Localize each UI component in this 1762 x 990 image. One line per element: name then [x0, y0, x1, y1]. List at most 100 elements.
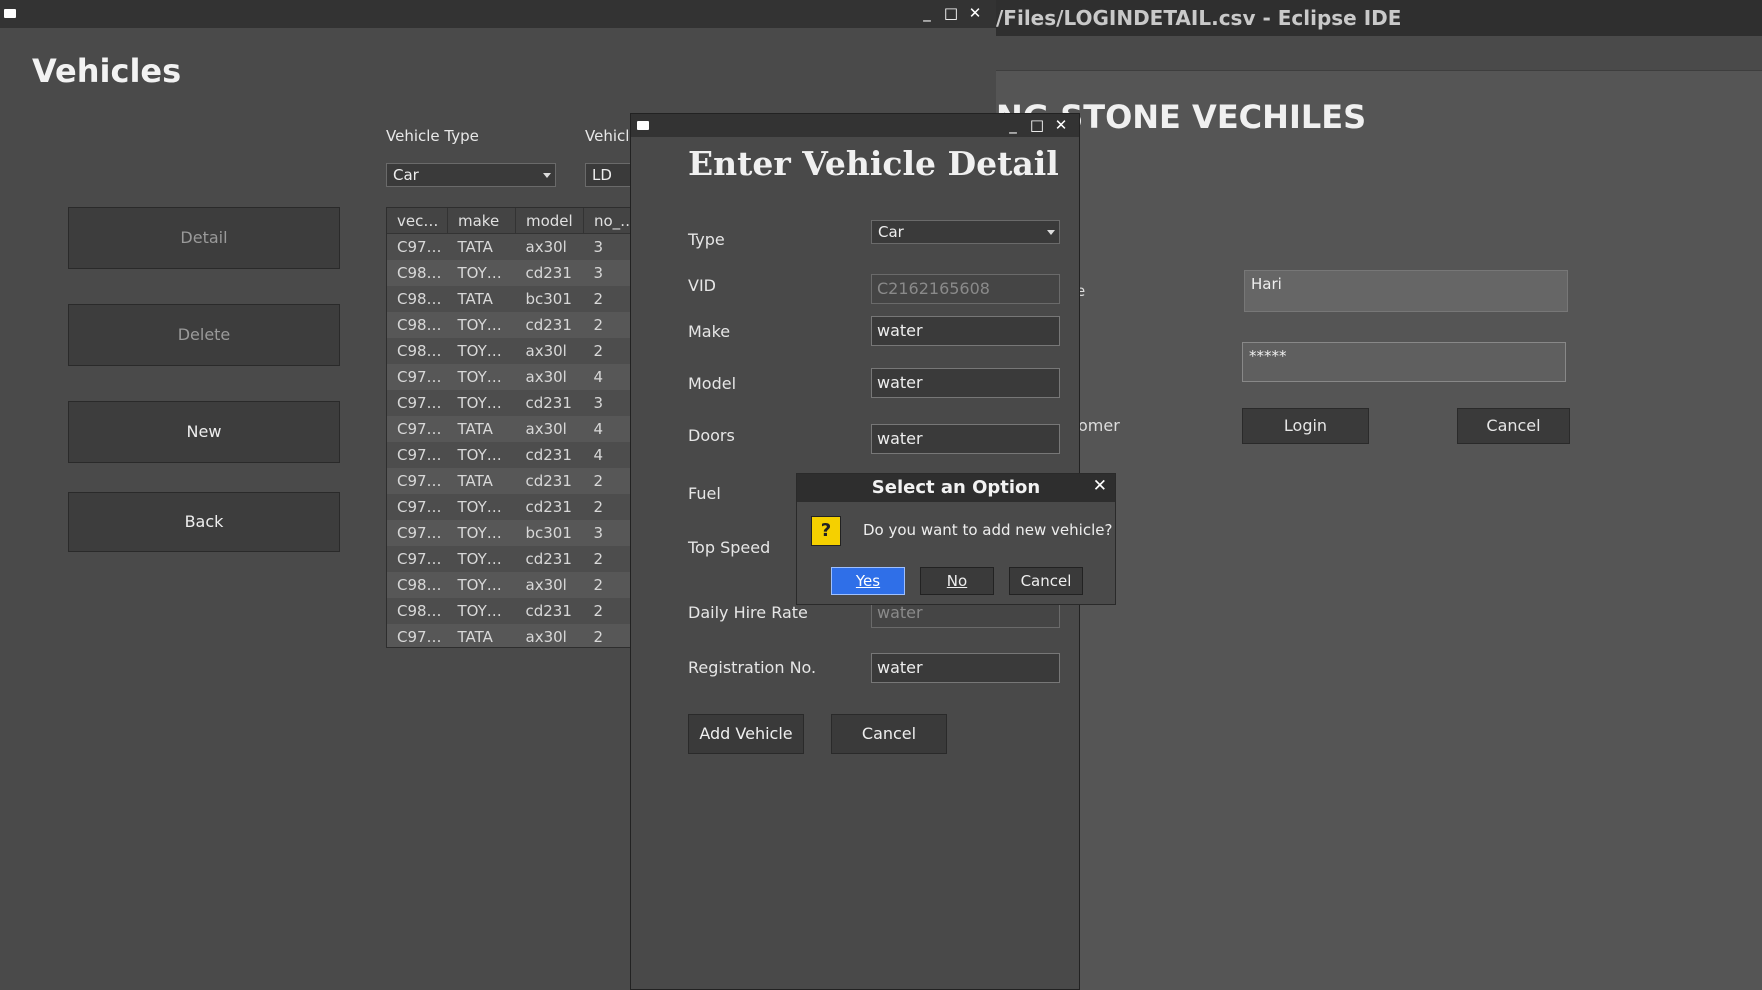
model-field[interactable]: water — [871, 368, 1060, 398]
make-field[interactable]: water — [871, 316, 1060, 346]
table-cell: C98… — [387, 286, 448, 312]
table-cell: 2 — [583, 572, 632, 598]
table-row[interactable]: C98… TOY… ax30l 2 — [387, 338, 632, 364]
table-cell: ax30l — [515, 624, 584, 647]
table-header-row: vec… make model no_… — [387, 208, 632, 234]
column-header[interactable]: model — [515, 208, 584, 234]
table-cell: TOY… — [447, 598, 516, 624]
column-header[interactable]: make — [447, 208, 516, 234]
table-cell: C97… — [387, 390, 448, 416]
table-cell: C98… — [387, 572, 448, 598]
back-button[interactable]: Back — [68, 492, 340, 552]
minimize-icon[interactable]: _ — [918, 2, 936, 24]
table-row[interactable]: C98… TOY… cd231 2 — [387, 598, 632, 624]
vehicles-title: Vehicles — [32, 52, 182, 90]
login-cancel-button[interactable]: Cancel — [1457, 408, 1570, 444]
add-vehicle-button[interactable]: Add Vehicle — [688, 714, 804, 754]
table-cell: 2 — [583, 312, 632, 338]
detail-titlebar: _ □ ✕ — [631, 114, 1079, 137]
table-cell: C97… — [387, 442, 448, 468]
vehicles-table[interactable]: vec… make model no_… C97… TATA ax30l 3 C98… T… — [386, 207, 633, 648]
table-row[interactable]: C98… TOY… cd231 2 — [387, 312, 632, 338]
table-cell: 4 — [583, 442, 632, 468]
table-cell: 3 — [583, 520, 632, 546]
table-cell: TOY… — [447, 338, 516, 364]
detail-heading: Enter Vehicle Detail — [688, 144, 1059, 183]
table-row[interactable]: C97… TOY… ax30l 4 — [387, 364, 632, 390]
daily-hire-rate-label: Daily Hire Rate — [688, 603, 808, 622]
maximize-icon[interactable]: □ — [942, 2, 960, 24]
table-cell: TOY… — [447, 520, 516, 546]
table-cell: C98… — [387, 338, 448, 364]
new-button[interactable]: New — [68, 401, 340, 463]
window-menu-icon[interactable] — [4, 9, 16, 18]
table-row[interactable]: C97… TOY… cd231 2 — [387, 546, 632, 572]
table-cell: C97… — [387, 494, 448, 520]
minimize-icon[interactable]: _ — [1004, 114, 1022, 136]
table-cell: 2 — [583, 338, 632, 364]
table-cell: TATA — [447, 468, 516, 494]
table-row[interactable]: C97… TATA ax30l 2 — [387, 624, 632, 647]
vehicles-titlebar: _ □ ✕ — [0, 0, 996, 28]
close-icon[interactable]: ✕ — [1093, 476, 1107, 496]
vid-field: C2162165608 — [871, 274, 1060, 304]
table-cell: C98… — [387, 260, 448, 286]
table-row[interactable]: C98… TOY… cd231 3 — [387, 260, 632, 286]
maximize-icon[interactable]: □ — [1028, 114, 1046, 136]
table-cell: 2 — [583, 468, 632, 494]
table-row[interactable]: C97… TOY… cd231 2 — [387, 494, 632, 520]
table-row[interactable]: C97… TOY… cd231 3 — [387, 390, 632, 416]
table-cell: C97… — [387, 546, 448, 572]
table-row[interactable]: C97… TATA cd231 2 — [387, 468, 632, 494]
table-cell: C97… — [387, 364, 448, 390]
table-cell: cd231 — [515, 546, 584, 572]
table-cell: 2 — [583, 494, 632, 520]
table-row[interactable]: C97… TATA ax30l 4 — [387, 416, 632, 442]
login-button[interactable]: Login — [1242, 408, 1369, 444]
username-input[interactable]: Hari — [1244, 270, 1568, 312]
vehicle-type-select[interactable]: Car — [386, 163, 556, 187]
table-row[interactable]: C98… TATA bc301 2 — [387, 286, 632, 312]
eclipse-titlebar: /Files/LOGINDETAIL.csv - Eclipse IDE — [996, 0, 1762, 36]
eclipse-window-title: /Files/LOGINDETAIL.csv - Eclipse IDE — [996, 6, 1402, 30]
table-cell: TOY… — [447, 494, 516, 520]
table-cell: 2 — [583, 624, 632, 647]
column-header[interactable]: vec… — [387, 208, 448, 234]
registration-no-field[interactable]: water — [871, 653, 1060, 683]
table-row[interactable]: C98… TOY… ax30l 2 — [387, 572, 632, 598]
model-label: Model — [688, 374, 737, 393]
option-cancel-button[interactable]: Cancel — [1009, 567, 1083, 595]
close-icon[interactable]: ✕ — [1052, 114, 1070, 136]
table-row[interactable]: C97… TATA ax30l 3 — [387, 233, 632, 260]
delete-button[interactable]: Delete — [68, 304, 340, 366]
column-header[interactable]: no_… — [583, 208, 632, 234]
vehicle-type-label: Vehicle Type — [386, 127, 479, 145]
doors-field[interactable]: water — [871, 424, 1060, 454]
table-row[interactable]: C97… TOY… bc301 3 — [387, 520, 632, 546]
table-cell: TATA — [447, 286, 516, 312]
no-button[interactable]: No — [920, 567, 994, 595]
table-cell: TOY… — [447, 364, 516, 390]
password-input[interactable]: ***** — [1242, 342, 1566, 382]
table-cell: TATA — [447, 624, 516, 647]
select-option-dialog: Select an Option ✕ ? Do you want to add … — [796, 473, 1116, 605]
table-row[interactable]: C97… TOY… cd231 4 — [387, 442, 632, 468]
detail-cancel-button[interactable]: Cancel — [831, 714, 947, 754]
option-dialog-title: Select an Option — [871, 477, 1041, 498]
close-icon[interactable]: ✕ — [966, 2, 984, 24]
table-cell: 4 — [583, 364, 632, 390]
table-cell: 3 — [583, 260, 632, 286]
type-select[interactable]: Car — [871, 220, 1060, 244]
window-menu-icon[interactable] — [637, 121, 649, 130]
table-cell: 3 — [583, 390, 632, 416]
table-cell: 2 — [583, 546, 632, 572]
table-cell: TOY… — [447, 546, 516, 572]
table-cell: cd231 — [515, 468, 584, 494]
yes-button[interactable]: Yes — [831, 567, 905, 595]
eclipse-toolbar — [996, 36, 1762, 71]
chevron-down-icon — [543, 173, 551, 178]
table-cell: TATA — [447, 233, 516, 260]
table-cell: 4 — [583, 416, 632, 442]
detail-button[interactable]: Detail — [68, 207, 340, 269]
table-cell: ax30l — [515, 572, 584, 598]
